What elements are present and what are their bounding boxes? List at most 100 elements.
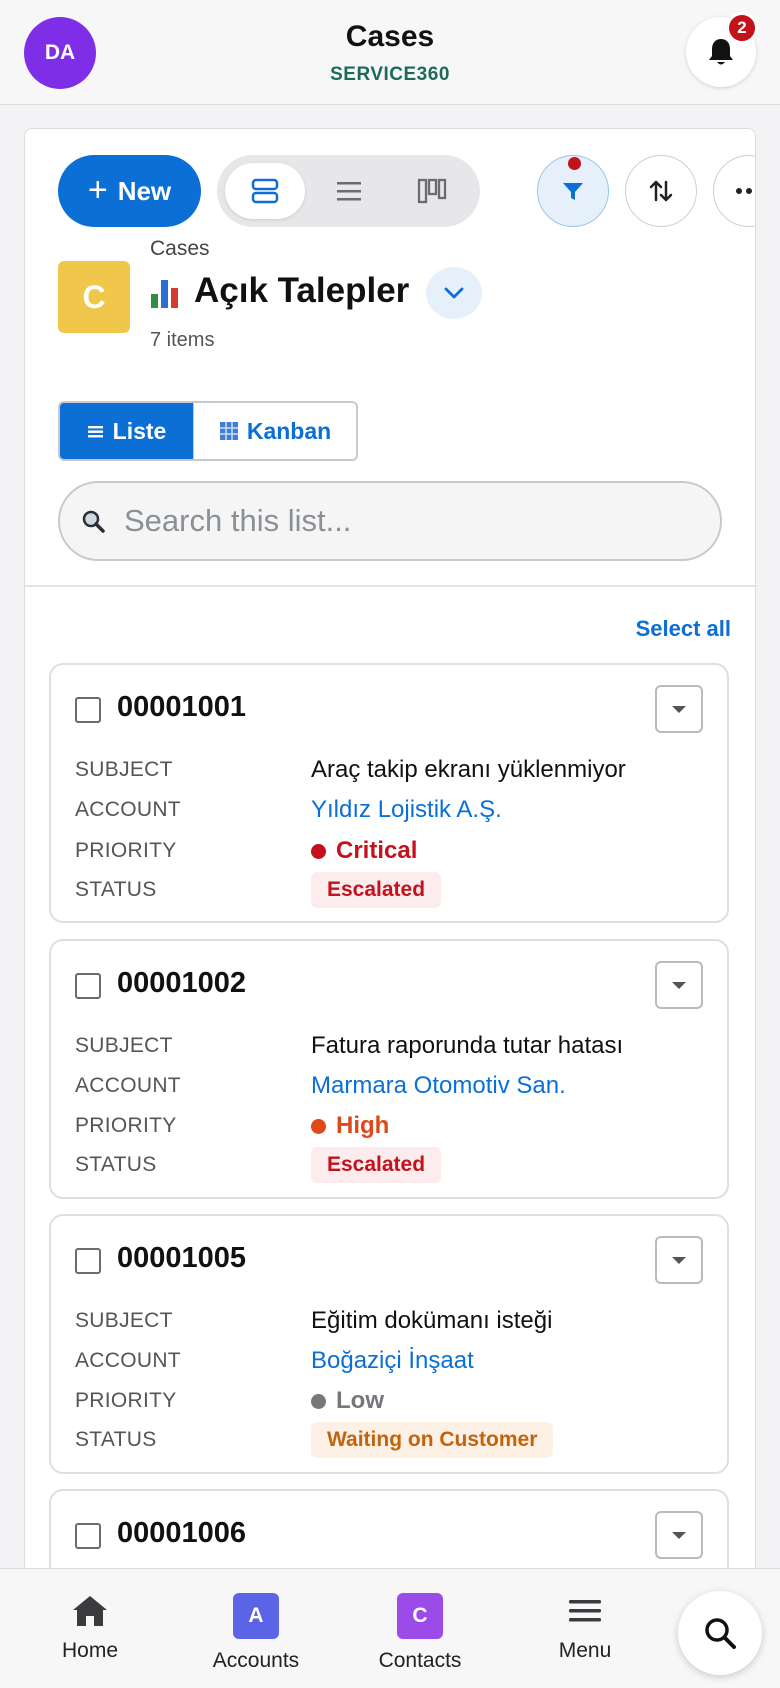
page-title: Cases [345,20,435,53]
subject-row: SUBJECT Araç takip ekranı yüklenmiyor [75,753,705,787]
account-row: ACCOUNT Yıldız Lojistik A.Ş. [75,793,705,827]
search-icon [705,1618,736,1649]
status-row: STATUS Escalated [75,1147,705,1183]
record-actions-menu[interactable] [655,685,703,733]
divider [25,585,755,587]
priority-label: PRIORITY [75,1389,177,1412]
account-label: ACCOUNT [75,798,181,821]
table-view-option[interactable] [225,163,305,219]
sort-icon [649,180,673,202]
account-label: ACCOUNT [75,1349,181,1372]
breadcrumb[interactable]: Cases [150,237,210,261]
record-checkbox[interactable] [75,697,101,723]
subject-value: Araç takip ekranı yüklenmiyor [311,756,626,783]
account-label: ACCOUNT [75,1074,181,1097]
hamburger-menu-icon [569,1600,601,1622]
plus-icon: + [87,170,108,209]
display-mode-switcher [217,155,480,227]
nav-accounts[interactable]: A Accounts [186,1593,326,1673]
item-count: 7 items [150,329,215,351]
cases-object-icon: C [58,261,130,333]
priority-dot-icon [311,843,326,859]
account-row: ACCOUNT Boğaziçi İnşaat [75,1344,705,1378]
account-row: ACCOUNT Marmara Otomotiv San. [75,1069,705,1103]
notification-count-badge: 2 [726,12,758,44]
record-card[interactable]: 00001002 SUBJECT Fatura raporunda tutar … [49,939,729,1199]
list-view-name: Açık Talepler [194,271,410,310]
priority-value: Critical [311,837,417,865]
kanban-toggle[interactable]: Kanban [193,403,356,459]
app-header: DA Cases SERVICE360 2 [0,0,780,105]
status-badge: Escalated [311,1147,442,1183]
status-label: STATUS [75,1428,157,1451]
priority-row: PRIORITY High [75,1109,705,1143]
chevron-down-icon [444,287,464,299]
list-view-option[interactable] [309,163,389,219]
list-search [58,481,722,561]
priority-dot-icon [311,1118,326,1134]
app-name: SERVICE360 [330,64,450,85]
status-label: STATUS [75,1153,157,1176]
record-actions-menu[interactable] [655,1511,703,1559]
record-checkbox[interactable] [75,1248,101,1274]
account-link[interactable]: Marmara Otomotiv San. [311,1072,566,1100]
home-icon [73,1596,107,1626]
status-row: STATUS Waiting on Customer [75,1422,705,1458]
bell-icon [709,39,733,65]
record-checkbox[interactable] [75,973,101,999]
status-badge: Waiting on Customer [311,1422,554,1458]
liste-toggle[interactable]: Liste [60,403,193,459]
list-view-title: Açık Talepler [150,271,409,311]
case-number[interactable]: 00001001 [117,691,246,724]
record-actions-menu[interactable] [655,1236,703,1284]
sort-button[interactable] [625,155,697,227]
status-row: STATUS Escalated [75,872,705,908]
record-checkbox[interactable] [75,1523,101,1549]
grid-icon [219,422,238,440]
account-link[interactable]: Boğaziçi İnşaat [311,1347,474,1375]
nav-contacts-label: Contacts [378,1649,462,1672]
caret-down-icon [672,1531,686,1539]
record-card[interactable]: 00001001 SUBJECT Araç takip ekranı yükle… [49,663,729,923]
more-actions-button[interactable] [713,155,755,227]
priority-text: Low [336,1387,384,1414]
nav-menu[interactable]: Menu [515,1593,655,1663]
list-view-panel: + New C Cases Açık Talepler 7 items List… [24,128,756,1688]
more-horizontal-icon [736,188,752,194]
nav-contacts[interactable]: C Contacts [350,1593,490,1673]
case-number[interactable]: 00001005 [117,1242,246,1275]
priority-value: High [311,1112,389,1140]
global-search-button[interactable] [678,1591,762,1675]
contacts-icon: C [397,1593,443,1639]
account-link[interactable]: Yıldız Lojistik A.Ş. [311,796,502,824]
search-input[interactable] [124,503,684,539]
caret-down-icon [672,1256,686,1264]
table-view-icon [251,178,279,204]
priority-text: Critical [336,837,418,864]
record-actions-menu[interactable] [655,961,703,1009]
list-toolbar: + New [58,155,755,229]
list-view-picker-button[interactable] [426,267,482,319]
new-button[interactable]: + New [58,155,201,227]
nav-accounts-label: Accounts [212,1649,300,1672]
record-card[interactable]: 00001005 SUBJECT Eğitim dokümanı isteği … [49,1214,729,1474]
list-header: C Cases Açık Talepler 7 items [58,237,748,367]
priority-label: PRIORITY [75,1114,177,1137]
priority-label: PRIORITY [75,839,177,862]
caret-down-icon [672,705,686,713]
priority-row: PRIORITY Low [75,1384,705,1418]
kanban-view-option[interactable] [392,163,472,219]
caret-down-icon [672,981,686,989]
select-all-link[interactable]: Select all [636,616,731,642]
subject-label: SUBJECT [75,758,173,781]
subject-row: SUBJECT Eğitim dokümanı isteği [75,1304,705,1338]
priority-value: Low [311,1387,384,1415]
filter-icon [563,183,583,200]
new-button-label: New [117,175,172,206]
case-number[interactable]: 00001002 [117,967,246,1000]
view-toggle: Liste Kanban [58,401,358,461]
list-view-icon [337,182,361,201]
priority-row: PRIORITY Critical [75,834,705,868]
case-number[interactable]: 00001006 [117,1517,246,1550]
nav-home[interactable]: Home [20,1593,160,1663]
